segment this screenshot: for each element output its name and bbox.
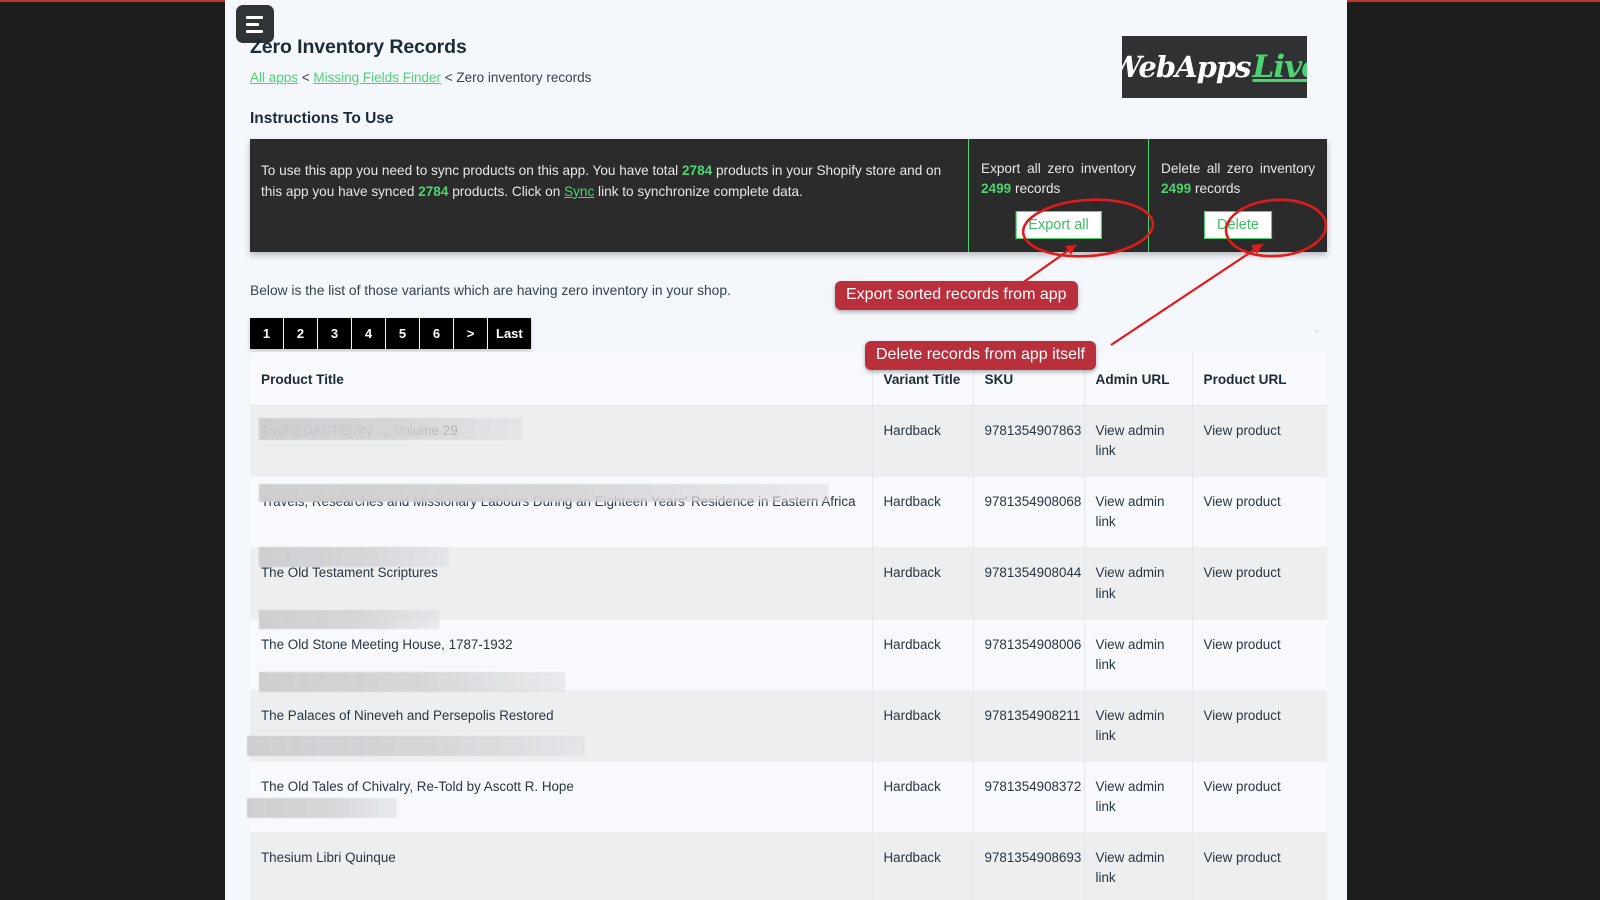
table-row: The Old Testament Scriptures Hardback 9781… <box>250 547 1327 620</box>
table-header-row: Product Title Variant Title SKU Admin URL Pr… <box>250 352 1327 406</box>
table-header-product-url: Product URL <box>1192 352 1327 406</box>
cell-admin-url[interactable]: View admin link <box>1084 405 1193 478</box>
cell-sku: 9781354908693 <box>973 832 1085 900</box>
pagination-page-6[interactable]: 6 <box>420 318 454 349</box>
cell-product-url[interactable]: View product <box>1192 690 1327 763</box>
pagination-page-2[interactable]: 2 <box>284 318 318 349</box>
app-window: Zero Inventory Records All apps < Missin… <box>225 0 1347 900</box>
table-row: Travels, Researches and Missionary Labou… <box>250 476 1327 549</box>
export-all-button[interactable]: Export all <box>1015 211 1102 239</box>
sync-link[interactable]: Sync <box>564 184 594 199</box>
rows-per-page-wrapper: Show rows per page102550100 ▾ <box>1185 317 1327 347</box>
cell-product-title: Travels, Researches and Missionary Labou… <box>250 476 873 549</box>
cell-product-title: The Old Stone Meeting House, 1787-1932 <box>250 619 873 691</box>
table-row: The Old Stone Meeting House, 1787-1932 Ha… <box>250 619 1327 691</box>
cell-variant-title: Hardback <box>872 405 974 478</box>
cell-sku: 9781354908068 <box>973 476 1085 549</box>
pagination[interactable]: 1 2 3 4 5 6 > Last <box>250 318 531 349</box>
instructions-heading: Instructions To Use <box>250 110 394 127</box>
cell-sku: 9781354908044 <box>973 547 1085 620</box>
cell-product-title: The Old Tales of Chivalry, Re-Told by As… <box>250 761 873 834</box>
cell-sku: 9781354907863 <box>973 405 1085 478</box>
breadcrumb-all-apps[interactable]: All apps <box>250 70 298 85</box>
cell-admin-url[interactable]: View admin link <box>1084 619 1193 691</box>
synced-products-count: 2784 <box>418 183 449 199</box>
cell-admin-url[interactable]: View admin link <box>1084 690 1193 763</box>
instr-text-d: link to synchronize complete data. <box>594 183 803 199</box>
pagination-page-1[interactable]: 1 <box>250 318 284 349</box>
breadcrumb-missing-fields-finder[interactable]: Missing Fields Finder <box>313 70 441 85</box>
export-record-count: 2499 <box>981 181 1012 197</box>
cell-product-title: The Palaces of Nineveh and Persepolis Re… <box>250 690 873 763</box>
instructions-panel: To use this app you need to sync product… <box>250 139 1327 252</box>
cell-variant-title: Hardback <box>872 761 974 834</box>
cell-variant-title: Hardback <box>872 832 974 900</box>
cell-variant-title: Hardback <box>872 547 974 620</box>
instructions-text: To use this app you need to sync product… <box>250 139 968 252</box>
cell-product-url[interactable]: View product <box>1192 619 1327 691</box>
table-header-product-title: Product Title <box>250 352 873 406</box>
delete-title-b: records <box>1191 181 1241 197</box>
desktop-background: Zero Inventory Records All apps < Missin… <box>0 0 1600 900</box>
cell-sku: 9781354908006 <box>973 619 1085 691</box>
pagination-page-4[interactable]: 4 <box>352 318 386 349</box>
cell-product-title: Thesium Libri Quinque <box>250 832 873 900</box>
pagination-page-next[interactable]: > <box>454 318 488 349</box>
export-all-panel: Export all zero inventory 2499 records E… <box>968 139 1148 252</box>
instr-text-a: To use this app you need to sync product… <box>261 163 682 178</box>
table-row: Tra[REDACTED]ty ..., Volume 29 Hardback 97… <box>250 405 1327 478</box>
webappslive-logo: WebAppsLive <box>1122 36 1307 98</box>
table-header-sku: SKU <box>973 352 1085 406</box>
cell-product-title: Tra[REDACTED]ty ..., Volume 29 <box>250 405 873 478</box>
hamburger-line <box>246 29 263 33</box>
pagination-page-3[interactable]: 3 <box>318 318 352 349</box>
delete-panel-title: Delete all zero inventory 2499 records <box>1161 159 1315 200</box>
table-row: Thesium Libri Quinque Hardback 97813549086… <box>250 832 1327 900</box>
total-products-count: 2784 <box>681 163 713 178</box>
cell-product-url[interactable]: View product <box>1192 761 1327 834</box>
cell-product-url[interactable]: View product <box>1192 476 1327 549</box>
delete-button[interactable]: Delete <box>1204 211 1272 239</box>
logo-text-webapps: WebApps <box>1122 50 1252 84</box>
cell-admin-url[interactable]: View admin link <box>1084 832 1193 900</box>
cell-variant-title: Hardback <box>872 690 974 763</box>
cell-admin-url[interactable]: View admin link <box>1084 547 1193 620</box>
cell-product-title: The Old Testament Scriptures <box>250 547 873 620</box>
pagination-page-last[interactable]: Last <box>488 318 531 349</box>
table-body: Tra[REDACTED]ty ..., Volume 29 Hardback 97… <box>250 405 1327 900</box>
breadcrumb: All apps < Missing Fields Finder < Zero … <box>250 70 591 85</box>
table-header-variant-title: Variant Title <box>872 352 974 406</box>
chevron-down-icon: ▾ <box>1313 326 1319 338</box>
instr-text-c: products. Click on <box>448 183 565 199</box>
export-title-a: Export all zero inventory <box>981 161 1136 176</box>
table-header-admin-url: Admin URL <box>1084 352 1193 406</box>
page-title: Zero Inventory Records <box>250 36 467 58</box>
export-annotation-label: Export sorted records from app <box>835 281 1078 310</box>
delete-all-panel: Delete all zero inventory 2499 records D… <box>1148 139 1327 252</box>
cell-sku: 9781354908372 <box>973 761 1085 834</box>
pagination-page-5[interactable]: 5 <box>386 318 420 349</box>
delete-record-count: 2499 <box>1161 181 1192 197</box>
breadcrumb-current: Zero inventory records <box>456 70 592 85</box>
hamburger-line <box>246 22 259 26</box>
logo-text-live: Live <box>1252 49 1307 85</box>
export-panel-title: Export all zero inventory 2499 records <box>981 159 1136 200</box>
cell-product-url[interactable]: View product <box>1192 405 1327 478</box>
table-row: The Old Tales of Chivalry, Re-Told by As… <box>250 761 1327 834</box>
export-title-b: records <box>1011 181 1061 197</box>
cell-admin-url[interactable]: View admin link <box>1084 761 1193 834</box>
cell-admin-url[interactable]: View admin link <box>1084 476 1193 549</box>
cell-sku: 9781354908211 <box>973 690 1085 763</box>
breadcrumb-separator: < <box>440 70 457 85</box>
hamburger-line <box>246 15 263 19</box>
cell-variant-title: Hardback <box>872 619 974 691</box>
table-row: The Palaces of Nineveh and Persepolis Re… <box>250 690 1327 763</box>
zero-inventory-table: Product Title Variant Title SKU Admin URL Pr… <box>250 352 1327 900</box>
breadcrumb-separator: < <box>298 70 314 85</box>
cell-variant-title: Hardback <box>872 476 974 549</box>
list-intro-text: Below is the list of those variants whic… <box>250 283 731 298</box>
delete-title-a: Delete all zero inventory <box>1161 161 1315 176</box>
cell-product-url[interactable]: View product <box>1192 547 1327 620</box>
cell-product-url[interactable]: View product <box>1192 832 1327 900</box>
